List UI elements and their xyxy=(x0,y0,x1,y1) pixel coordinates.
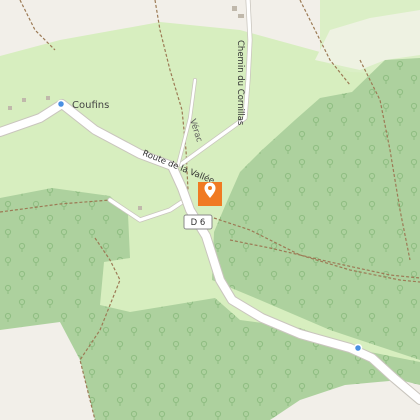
building xyxy=(138,206,142,210)
building xyxy=(22,98,26,102)
building xyxy=(46,96,50,100)
map-canvas[interactable]: Coufins Route de la Vallée Vérac Chemin … xyxy=(0,0,420,420)
building xyxy=(238,14,244,18)
place-label: Coufins xyxy=(72,100,109,111)
svg-text:D 6: D 6 xyxy=(191,218,206,228)
road-label-chemin: Chemin du Cornillas xyxy=(235,40,245,126)
place-dot[interactable] xyxy=(56,99,66,109)
map-pin-icon[interactable] xyxy=(198,182,222,206)
route-shield: D 6 xyxy=(183,214,213,230)
place-dot-east[interactable] xyxy=(353,343,363,353)
building xyxy=(8,106,12,110)
building xyxy=(232,6,237,11)
